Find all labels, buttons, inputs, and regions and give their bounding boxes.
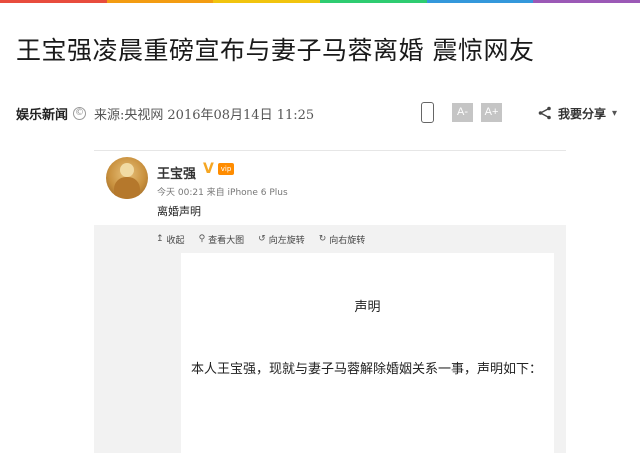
post-author-name[interactable]: 王宝强 xyxy=(157,163,196,182)
search-icon: ⚲ xyxy=(198,234,206,244)
declaration-title: 声明 xyxy=(354,300,381,315)
rotate-left-icon: ↺ xyxy=(258,234,266,244)
article-headline: 王宝强凌晨重磅宣布与妻子马蓉离婚 震惊网友 xyxy=(16,36,535,65)
stripe-segment xyxy=(426,0,534,3)
collapse-label: 收起 xyxy=(166,235,185,246)
rotate-left-label: 向左旋转 xyxy=(268,235,305,246)
rotate-right-icon: ↻ xyxy=(318,234,327,244)
rotate-left-button[interactable]: ↺ 向左旋转 xyxy=(258,233,305,246)
rotate-right-button[interactable]: ↻ 向右旋转 xyxy=(319,233,366,246)
share-label: 我要分享 xyxy=(558,106,607,121)
view-large-label: 查看大图 xyxy=(208,235,245,246)
article-origin: 来源:央视网 xyxy=(94,107,164,123)
avatar[interactable] xyxy=(106,157,148,199)
view-large-button[interactable]: ⚲ 查看大图 xyxy=(199,233,245,246)
source-name[interactable]: 娱乐新闻 xyxy=(16,104,68,123)
stripe-segment xyxy=(0,0,107,3)
vip-badge-icon: vip xyxy=(218,163,234,175)
font-increase-button[interactable]: A+ xyxy=(481,103,502,122)
stripe-segment xyxy=(213,0,321,3)
collapse-icon: ↥ xyxy=(156,234,164,244)
weibo-post-card: 王宝强 V vip 今天 00:21 来自 iPhone 6 Plus 离婚声明… xyxy=(94,150,566,453)
share-icon xyxy=(538,106,551,120)
chevron-down-icon: ▾ xyxy=(612,107,618,119)
share-button[interactable]: 我要分享 ▾ xyxy=(538,101,617,125)
stripe-segment xyxy=(533,0,640,3)
article-page: 王宝强凌晨重磅宣布与妻子马蓉离婚 震惊网友 娱乐新闻 © 来源:央视网 2016… xyxy=(0,0,640,453)
avatar-figure-body xyxy=(114,177,140,199)
post-image[interactable]: 声明 本人王宝强，现就与妻子马蓉解除婚姻关系一事，声明如下： xyxy=(181,253,554,453)
font-decrease-button[interactable]: A- xyxy=(452,103,473,122)
collapse-button[interactable]: ↥ 收起 xyxy=(156,233,185,246)
stripe-segment xyxy=(106,0,214,3)
article-datetime: 2016年08月14日 11:25 xyxy=(167,107,315,123)
declaration-body: 本人王宝强，现就与妻子马蓉解除婚姻关系一事，声明如下： xyxy=(191,362,543,377)
stripe-segment xyxy=(320,0,427,3)
phone-icon[interactable] xyxy=(421,102,434,123)
top-color-stripe xyxy=(0,0,640,3)
avatar-figure-head xyxy=(120,163,134,177)
post-text: 离婚声明 xyxy=(157,205,201,218)
article-meta: 娱乐新闻 © 来源:央视网 2016年08月14日 11:25 A- A+ 我要… xyxy=(16,100,636,126)
copyright-icon: © xyxy=(73,106,87,120)
image-toolbar: ↥ 收起 ⚲ 查看大图 ↺ 向左旋转 ↻ 向右旋转 xyxy=(156,231,379,247)
post-time-source: 今天 00:21 来自 iPhone 6 Plus xyxy=(157,188,288,198)
verified-badge-icon: V xyxy=(203,161,214,177)
rotate-right-label: 向右旋转 xyxy=(329,235,366,246)
